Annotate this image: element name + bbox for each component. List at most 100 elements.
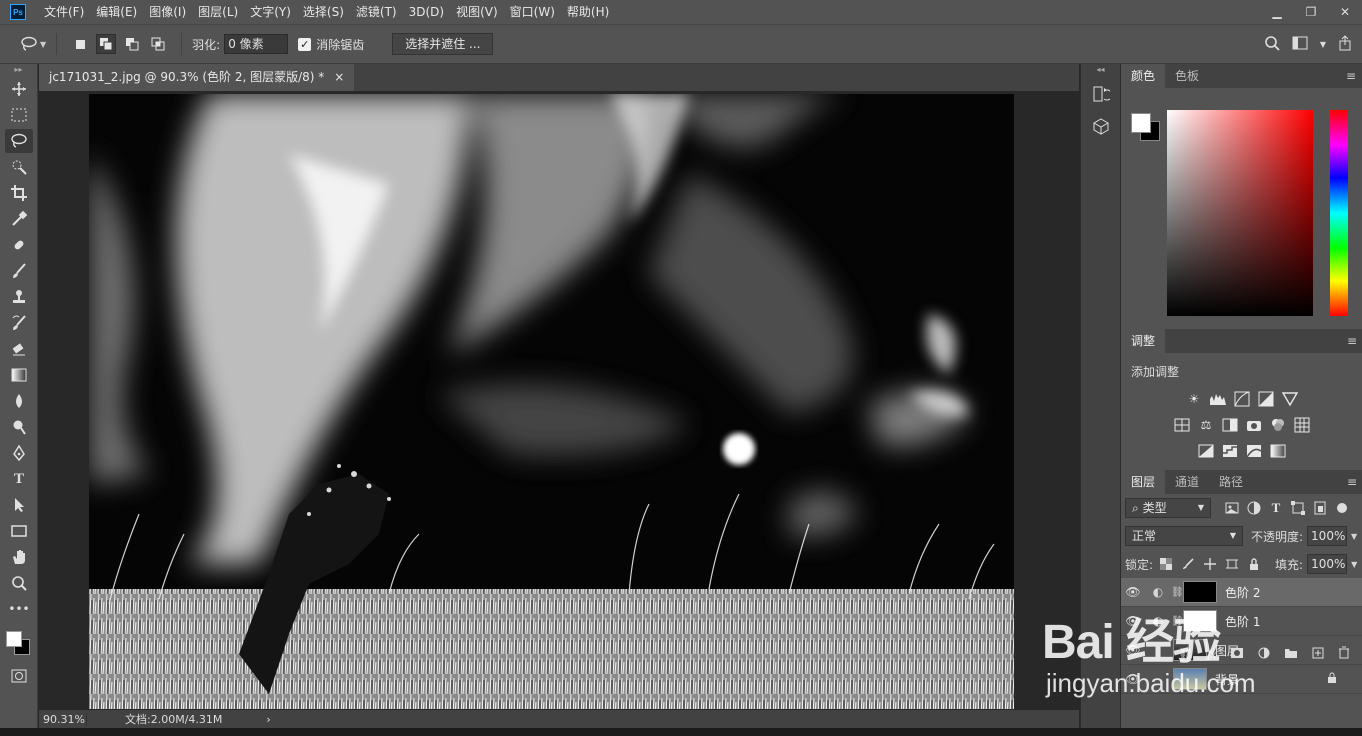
color-foreground-swatch[interactable] xyxy=(1131,113,1151,133)
kind-filter-select[interactable]: ⌕ 类型 ▼ xyxy=(1125,498,1211,518)
more-tools-icon[interactable]: ••• xyxy=(5,597,33,621)
restore-icon[interactable]: ❐ xyxy=(1294,0,1328,24)
mask-link-icon[interactable]: ⛓ xyxy=(1171,587,1184,598)
history-brush-tool-icon[interactable] xyxy=(5,311,33,335)
menu-3d[interactable]: 3D(D) xyxy=(403,0,450,24)
filter-smart-object-icon[interactable] xyxy=(1311,499,1329,517)
tab-swatches[interactable]: 色板 xyxy=(1165,64,1209,88)
lock-transparent-icon[interactable] xyxy=(1157,555,1175,573)
gradient-map-icon[interactable] xyxy=(1269,442,1287,460)
menu-filter[interactable]: 滤镜(T) xyxy=(350,0,403,24)
zoom-tool-icon[interactable] xyxy=(5,571,33,595)
photo-filter-icon[interactable] xyxy=(1245,416,1263,434)
menu-select[interactable]: 选择(S) xyxy=(297,0,350,24)
gradient-tool-icon[interactable] xyxy=(5,363,33,387)
filter-pixel-icon[interactable] xyxy=(1223,499,1241,517)
workspace-icon[interactable] xyxy=(1292,36,1308,53)
antialias-checkbox[interactable]: ✓ xyxy=(298,37,312,51)
menu-layer[interactable]: 图层(L) xyxy=(192,0,244,24)
search-icon[interactable] xyxy=(1264,35,1280,54)
close-icon[interactable]: ✕ xyxy=(1328,0,1362,24)
layer-row[interactable]: 👁 背景 xyxy=(1121,665,1362,694)
blend-mode-select[interactable]: 正常 ▼ xyxy=(1125,526,1243,546)
layer-name[interactable]: 背景 xyxy=(1215,671,1239,688)
eyedropper-tool-icon[interactable] xyxy=(5,207,33,231)
curves-icon[interactable] xyxy=(1233,390,1251,408)
healing-brush-tool-icon[interactable] xyxy=(5,233,33,257)
layer-row[interactable]: 👁 ◐ ⛓ 色阶 1 xyxy=(1121,607,1362,636)
vibrance-icon[interactable] xyxy=(1281,390,1299,408)
panel-menu-icon[interactable]: ≡ xyxy=(1347,329,1357,353)
lasso-preset-icon[interactable]: ▼ xyxy=(20,36,46,52)
menu-type[interactable]: 文字(Y) xyxy=(244,0,297,24)
hue-slider[interactable] xyxy=(1330,110,1348,316)
layer-row[interactable]: 👁 ◐ ⛓ 色阶 2 xyxy=(1121,578,1362,607)
link-layers-icon[interactable]: ⛓ xyxy=(1178,647,1193,661)
lock-all-icon[interactable] xyxy=(1245,555,1263,573)
new-group-icon[interactable] xyxy=(1284,647,1298,662)
subtract-selection-button[interactable] xyxy=(122,34,142,54)
rectangle-tool-icon[interactable] xyxy=(5,519,33,543)
levels-icon[interactable] xyxy=(1209,390,1227,408)
crop-tool-icon[interactable] xyxy=(5,181,33,205)
exposure-icon[interactable] xyxy=(1257,390,1275,408)
pen-tool-icon[interactable] xyxy=(5,441,33,465)
new-selection-button[interactable] xyxy=(70,34,90,54)
type-tool-icon[interactable]: T xyxy=(5,467,33,491)
feather-input[interactable]: 0 像素 xyxy=(224,34,289,54)
quick-mask-icon[interactable] xyxy=(5,664,33,688)
collapse-panel-icon[interactable]: ◂◂ xyxy=(1081,64,1120,76)
stamp-tool-icon[interactable] xyxy=(5,285,33,309)
layer-name[interactable]: 色阶 1 xyxy=(1225,613,1260,630)
visibility-eye-icon[interactable]: 👁 xyxy=(1121,672,1145,686)
tab-color[interactable]: 颜色 xyxy=(1121,64,1166,88)
panel-grip-icon[interactable]: ▸▸ xyxy=(0,64,37,76)
path-selection-tool-icon[interactable] xyxy=(5,493,33,517)
layer-mask-thumbnail[interactable] xyxy=(1183,610,1217,632)
color-lookup-icon[interactable] xyxy=(1293,416,1311,434)
mask-link-icon[interactable]: ⛓ xyxy=(1171,616,1184,627)
filter-toggle-icon[interactable] xyxy=(1333,499,1351,517)
lock-position-icon[interactable] xyxy=(1201,555,1219,573)
zoom-level[interactable]: 90.31% xyxy=(39,712,87,726)
hue-saturation-icon[interactable] xyxy=(1173,416,1191,434)
dodge-tool-icon[interactable] xyxy=(5,415,33,439)
black-white-icon[interactable] xyxy=(1221,416,1239,434)
filter-type-icon[interactable]: T xyxy=(1267,499,1285,517)
visibility-eye-icon[interactable]: 👁 xyxy=(1121,585,1145,599)
menu-help[interactable]: 帮助(H) xyxy=(561,0,615,24)
3d-panel-icon[interactable] xyxy=(1087,112,1115,140)
hand-tool-icon[interactable] xyxy=(5,545,33,569)
chevron-down-icon[interactable]: ▼ xyxy=(1351,560,1357,569)
panel-menu-icon[interactable]: ≡ xyxy=(1346,64,1356,88)
layer-name[interactable]: 色阶 2 xyxy=(1225,584,1260,601)
menu-view[interactable]: 视图(V) xyxy=(450,0,504,24)
minimize-icon[interactable]: ▁ xyxy=(1260,0,1294,24)
filter-shape-icon[interactable] xyxy=(1289,499,1307,517)
posterize-icon[interactable] xyxy=(1221,442,1239,460)
visibility-eye-icon[interactable]: 👁 xyxy=(1121,614,1145,628)
menu-file[interactable]: 文件(F) xyxy=(38,0,90,24)
document-canvas[interactable] xyxy=(89,94,1014,709)
lock-image-icon[interactable] xyxy=(1179,555,1197,573)
document-tab[interactable]: jc171031_2.jpg @ 90.3% (色阶 2, 图层蒙版/8) * … xyxy=(39,64,355,91)
add-mask-icon[interactable] xyxy=(1230,647,1244,662)
history-panel-icon[interactable] xyxy=(1087,80,1115,108)
blur-tool-icon[interactable] xyxy=(5,389,33,413)
marquee-tool-icon[interactable] xyxy=(5,103,33,127)
channel-mixer-icon[interactable] xyxy=(1269,416,1287,434)
intersect-selection-button[interactable] xyxy=(148,34,168,54)
eraser-tool-icon[interactable] xyxy=(5,337,33,361)
lasso-tool-icon[interactable] xyxy=(5,129,33,153)
new-layer-icon[interactable] xyxy=(1312,647,1324,662)
fill-input[interactable]: 100% xyxy=(1307,554,1348,574)
threshold-icon[interactable] xyxy=(1245,442,1263,460)
new-adjustment-layer-icon[interactable] xyxy=(1258,647,1270,662)
chevron-down-icon[interactable]: ▼ xyxy=(1351,532,1357,541)
filter-adjustment-icon[interactable] xyxy=(1245,499,1263,517)
close-tab-icon[interactable]: × xyxy=(334,64,344,91)
menu-window[interactable]: 窗口(W) xyxy=(504,0,561,24)
opacity-input[interactable]: 100% xyxy=(1307,526,1348,546)
quick-selection-tool-icon[interactable] xyxy=(5,155,33,179)
panel-menu-icon[interactable]: ≡ xyxy=(1347,470,1357,494)
